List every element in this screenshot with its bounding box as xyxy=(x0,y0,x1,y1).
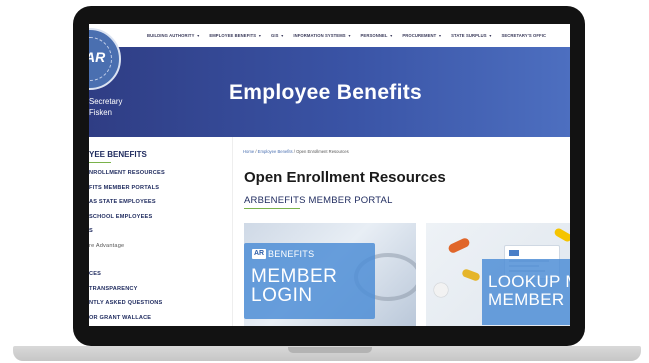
member-login-line1: MEMBER xyxy=(251,266,338,287)
sidebar-heading-underline xyxy=(89,162,111,163)
pill-graphic xyxy=(553,227,570,243)
nav-building-authority[interactable]: BUILDING AUTHORITY ▼ xyxy=(147,33,200,38)
chevron-down-icon: ▼ xyxy=(389,34,394,38)
sidebar-item-school-employees[interactable]: SCHOOL EMPLOYEES xyxy=(89,214,232,229)
member-login-card[interactable]: AR BENEFITS MEMBER LOGIN xyxy=(244,223,416,326)
breadcrumb-home[interactable]: Home xyxy=(243,149,254,154)
nav-employee-benefits[interactable]: EMPLOYEE BENEFITS ▼ xyxy=(209,33,261,38)
top-navigation: BUILDING AUTHORITY ▼ EMPLOYEE BENEFITS ▼ G… xyxy=(89,24,570,48)
nav-gis[interactable]: GIS ▼ xyxy=(271,33,284,38)
chevron-down-icon: ▼ xyxy=(488,34,493,38)
pill-graphic xyxy=(461,268,481,282)
pill-graphic xyxy=(434,283,448,297)
id-card-logo xyxy=(509,250,519,256)
nav-secretarys-office[interactable]: SECRETARY'S OFFIC xyxy=(502,33,547,38)
lookup-member-line1: LOOKUP M xyxy=(488,272,570,291)
sidebar-item-s[interactable]: S xyxy=(89,228,232,243)
office-name: Secretary Fisken xyxy=(89,96,122,118)
section-heading-underline xyxy=(244,208,300,209)
lookup-member-line2: MEMBER xyxy=(488,290,565,309)
seal-lettering: AR xyxy=(89,49,106,65)
laptop-hinge-notch xyxy=(288,347,372,353)
breadcrumb-current: Open Enrollment Resources xyxy=(296,149,349,154)
arbenefits-brand: BENEFITS xyxy=(268,249,315,259)
nav-information-systems[interactable]: INFORMATION SYSTEMS ▼ xyxy=(293,33,351,38)
sidebar: YEE BENEFITS NROLLMENT RESOURCES FITS ME… xyxy=(89,137,232,326)
breadcrumb: Home / Employee Benefits / Open Enrollme… xyxy=(243,149,349,154)
nav-personnel[interactable]: PERSONNEL ▼ xyxy=(361,33,394,38)
sidebar-item-transparency[interactable]: TRANSPARENCY xyxy=(89,286,232,301)
sidebar-heading: YEE BENEFITS xyxy=(89,150,147,159)
member-login-label: MEMBER LOGIN xyxy=(251,267,337,305)
nav-procurement[interactable]: PROCUREMENT ▼ xyxy=(402,33,441,38)
chevron-down-icon: ▼ xyxy=(280,34,285,38)
pill-graphic xyxy=(447,236,471,255)
sidebar-item-state-employees[interactable]: AS STATE EMPLOYEES xyxy=(89,199,232,214)
lookup-member-label: LOOKUP M MEMBER xyxy=(488,273,570,309)
lookup-member-card[interactable]: LOOKUP M MEMBER xyxy=(426,223,570,326)
section-heading: ARBENEFITS MEMBER PORTAL xyxy=(244,195,393,206)
nav-state-surplus[interactable]: STATE SURPLUS ▼ xyxy=(451,33,492,38)
sidebar-item-medicare-advantage[interactable]: re Advantage xyxy=(89,243,232,258)
sidebar-item-open-enrollment-resources[interactable]: NROLLMENT RESOURCES xyxy=(89,170,232,185)
chevron-down-icon: ▼ xyxy=(438,34,442,38)
member-login-panel: AR BENEFITS MEMBER LOGIN xyxy=(244,243,375,319)
hero-banner: Secretary Fisken Employee Benefits xyxy=(89,47,570,137)
breadcrumb-employee-benefits[interactable]: Employee Benefits xyxy=(258,149,293,154)
chevron-down-icon: ▼ xyxy=(347,34,352,38)
sidebar-item-member-portals[interactable]: FITS MEMBER PORTALS xyxy=(89,185,232,200)
office-name-line2: Fisken xyxy=(89,108,112,117)
page-hero-title: Employee Benefits xyxy=(229,81,422,104)
member-login-line2: LOGIN xyxy=(251,285,313,306)
chevron-down-icon: ▼ xyxy=(196,34,201,38)
page-title: Open Enrollment Resources xyxy=(244,169,446,186)
sidebar-item-faq[interactable]: NTLY ASKED QUESTIONS xyxy=(89,300,232,315)
sidebar-menu: NROLLMENT RESOURCES FITS MEMBER PORTALS … xyxy=(89,170,232,326)
office-name-line1: Secretary xyxy=(89,97,123,106)
main-content: Home / Employee Benefits / Open Enrollme… xyxy=(232,137,570,326)
lookup-member-panel: LOOKUP M MEMBER xyxy=(482,259,570,325)
ar-logo-badge: AR xyxy=(252,249,266,259)
laptop-screen: BUILDING AUTHORITY ▼ EMPLOYEE BENEFITS ▼ G… xyxy=(89,24,570,326)
sidebar-item-resources[interactable]: CES xyxy=(89,271,232,286)
chevron-down-icon: ▼ xyxy=(258,34,262,38)
sidebar-item-grant-wallace[interactable]: OR GRANT WALLACE xyxy=(89,315,232,327)
